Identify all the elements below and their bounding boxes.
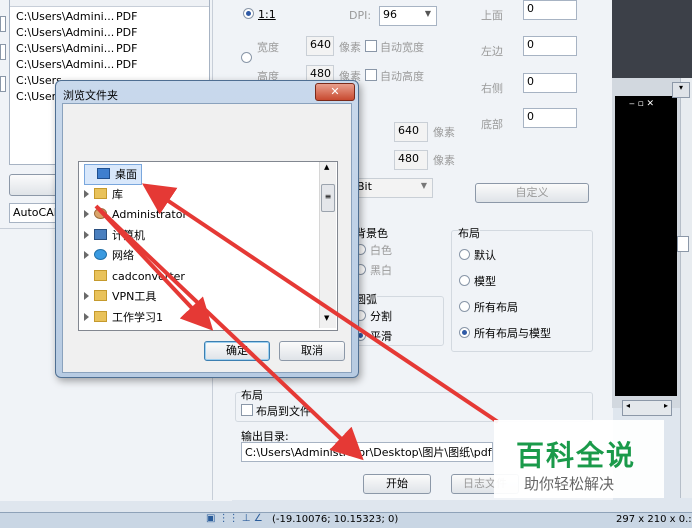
status-icons[interactable]: ▣ ⋮⋮ ⊥ ∠ — [206, 513, 263, 524]
status-bar: ▣ ⋮⋮ ⊥ ∠ (-19.10076; 10.15323; 0) 297 x … — [0, 512, 692, 528]
watermark-subtitle: 助你轻松解决 — [524, 475, 615, 493]
paper-size: 297 x 210 x 0.: — [616, 514, 692, 525]
arrow-to-output — [96, 206, 364, 461]
coords-readout: (-19.10076; 10.15323; 0) — [272, 514, 399, 525]
watermark-box: 百科全说 助你轻松解决 — [494, 420, 664, 498]
watermark-title: 百科全说 — [516, 439, 637, 472]
